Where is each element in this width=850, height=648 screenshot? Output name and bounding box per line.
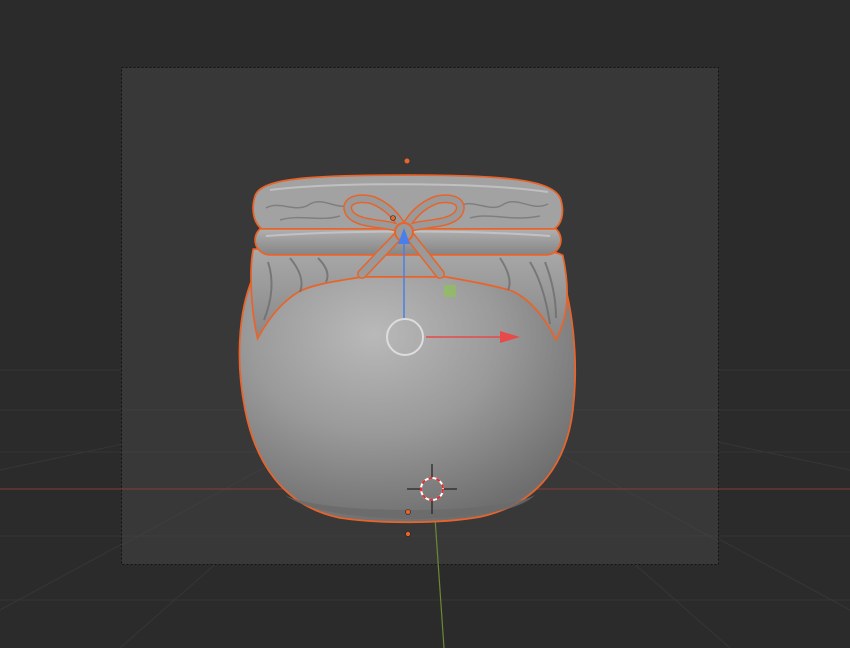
object-origin-dot[interactable]	[390, 215, 396, 221]
camera-target-dot[interactable]	[405, 531, 411, 537]
pot-body	[240, 262, 575, 522]
bottom-origin-dot[interactable]	[405, 509, 411, 515]
3d-viewport[interactable]	[0, 0, 850, 648]
pot-object[interactable]	[238, 174, 577, 524]
gizmo-plane-handle[interactable]	[444, 285, 456, 297]
light-point-dot[interactable]	[404, 158, 410, 164]
